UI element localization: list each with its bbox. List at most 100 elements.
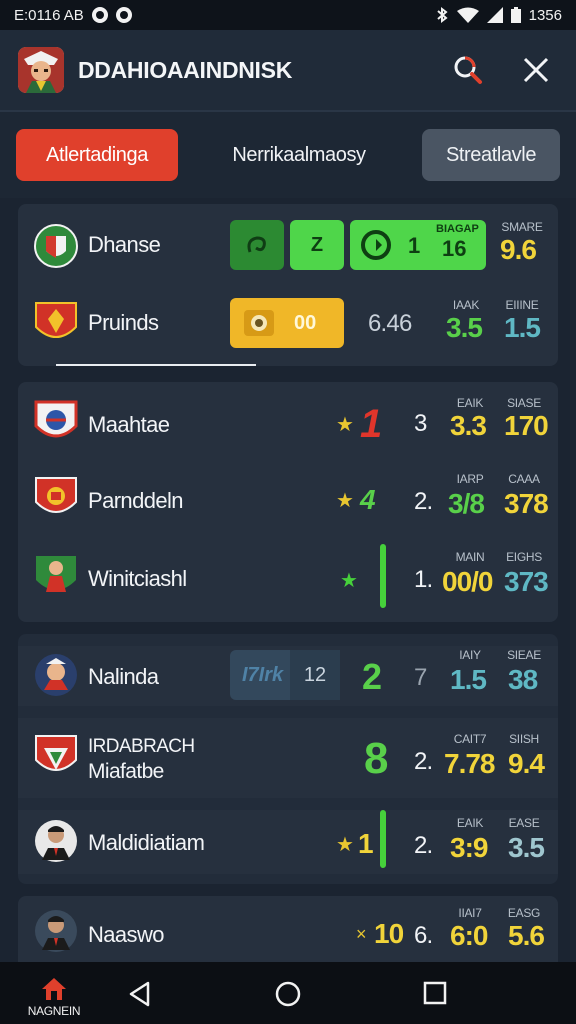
column-label: EIGHS	[506, 550, 542, 564]
team-crest-icon	[36, 556, 76, 592]
ball-icon	[361, 230, 391, 260]
team-name: Dhanse	[88, 232, 161, 257]
status-time: E:0116 AB	[14, 6, 84, 24]
tab-streatlavle[interactable]: Streatlavle	[422, 129, 560, 181]
stat-value: 00	[294, 312, 317, 334]
table-row[interactable]: Maldidiatiam ★ 1 2. EAIK 3:9 EASE 3.5	[18, 810, 558, 874]
table-row[interactable]: IRDABRACH Miafatbe 8 2. CAIT7 7.78 SIISH…	[18, 718, 558, 798]
column-label: EASG	[507, 906, 541, 920]
nav-home-label: NAGNEIN	[27, 1004, 81, 1018]
search-icon	[454, 56, 482, 84]
battery-text: 1356	[528, 6, 562, 24]
team-name-line1: IRDABRACH	[88, 736, 195, 757]
badge-icon	[244, 310, 274, 336]
column-label: IAAK	[452, 298, 480, 312]
close-button[interactable]	[520, 54, 552, 86]
odds-value: 7.78	[444, 748, 495, 779]
table-row[interactable]: Winitciashl ★ 1. MAIN 00/0 EIGHS 373	[18, 544, 558, 610]
team-name: Nalinda	[88, 664, 159, 689]
rank-value: 10	[374, 918, 404, 949]
star-icon: ★	[336, 490, 354, 512]
momentum-bar	[380, 810, 386, 868]
rank-value: 8	[364, 734, 389, 783]
score-number: 1	[408, 233, 421, 258]
circle-home-icon	[275, 981, 301, 1007]
nav-home-system[interactable]	[274, 980, 302, 1008]
nav-back[interactable]	[126, 980, 154, 1008]
column-label: EASE	[508, 816, 540, 830]
rank-value: 2	[362, 656, 382, 697]
match-card-2: Maahtae ★ 1 3 EAIK 3.3 SIASE 170 Parndde…	[18, 382, 558, 622]
table-row-dhanse[interactable]: Dhanse Z 1 BIAGAP 16 SMARE 9.6	[18, 218, 558, 274]
table-row-pruinds[interactable]: Pruinds 00 6.46 IAAK 3.5 EIIINE 1.5	[18, 296, 558, 352]
odds-value: 5.6	[508, 920, 545, 951]
nav-recents[interactable]	[422, 980, 448, 1006]
tab-atlertadinga[interactable]: Atlertadinga	[16, 129, 178, 181]
app-title: DDAHIOAAINDNISK	[78, 56, 293, 83]
swirl-icon	[247, 236, 266, 253]
odds-value: 3.3	[450, 410, 487, 441]
column-label: SMARE	[501, 220, 543, 234]
match-card-4: Naaswo × 10 6. IIAI7 6:0 EASG 5.6	[18, 896, 558, 962]
column-label: CAAA	[508, 472, 540, 486]
odds-value: 3:9	[450, 832, 488, 863]
back-icon	[129, 981, 150, 1007]
stat-pill[interactable]: Z	[290, 220, 344, 270]
odds-value: 378	[504, 488, 549, 519]
app-header: DDAHIOAAINDNISK	[0, 30, 576, 112]
odds-value: 9.4	[508, 748, 545, 779]
star-icon: ★	[336, 414, 354, 436]
home-icon	[42, 978, 66, 1000]
stat-pill[interactable]	[230, 220, 284, 270]
recents-icon	[423, 981, 447, 1005]
team-name: Winitciashl	[88, 566, 187, 591]
column-label: EIIINE	[505, 298, 539, 312]
team-name-line2: Miafatbe	[88, 760, 164, 783]
team-crest-icon	[34, 224, 78, 268]
tab-nerrikaalmaosy[interactable]: Nerrikaalmaosy	[186, 129, 412, 181]
notification-icon	[91, 7, 108, 23]
odds-value: 00/0	[442, 566, 493, 597]
match-number: 7	[414, 664, 427, 691]
odds-value: 6.46	[368, 310, 412, 337]
rank-value: 1	[358, 828, 374, 859]
table-row[interactable]: Maahtae ★ 1 3 EAIK 3.3 SIASE 170	[18, 394, 558, 454]
team-name: Maldidiatiam	[88, 830, 205, 855]
stat-pill[interactable]: 00	[230, 298, 344, 348]
stat-pill[interactable]: I7Irk 12	[230, 650, 340, 700]
star-icon: ×	[356, 924, 367, 944]
bluetooth-icon	[436, 7, 448, 23]
rank-value: 4	[360, 484, 376, 515]
team-name: Maahtae	[88, 412, 170, 437]
rank-value: 1	[360, 402, 382, 446]
team-crest-icon	[35, 302, 77, 338]
odds-value: 170	[504, 410, 549, 441]
nav-home[interactable]: NAGNEIN	[22, 976, 86, 1018]
score-value: 16	[442, 236, 467, 261]
column-label: IARP	[456, 472, 484, 486]
team-crest-icon	[34, 400, 78, 438]
table-row[interactable]: Nalinda I7Irk 12 2 7 IAIY 1.5 SIEAE 38	[18, 646, 558, 706]
column-label: IIAI7	[458, 906, 482, 920]
wifi-icon	[456, 7, 479, 23]
star-icon: ★	[340, 570, 358, 592]
column-label: IAIY	[459, 648, 481, 662]
odds-value: 38	[508, 664, 538, 695]
column-label: SIASE	[507, 396, 541, 410]
odds-value: 6:0	[450, 920, 488, 951]
status-left: E:0116 AB	[14, 7, 132, 24]
momentum-bar	[380, 544, 386, 608]
mascot-icon	[18, 47, 64, 93]
team-name: Parnddeln	[88, 488, 184, 513]
odds-value: 3.5	[508, 832, 545, 863]
table-row[interactable]: Parnddeln ★ 4 2. IARP 3/8 CAAA 378	[18, 470, 558, 530]
score-pill[interactable]: 1 BIAGAP 16	[350, 220, 486, 270]
table-row[interactable]: Naaswo × 10 6. IIAI7 6:0 EASG 5.6	[18, 900, 558, 960]
column-label: MAIN	[455, 550, 485, 564]
odds-value: 373	[504, 566, 549, 597]
app-logo[interactable]	[18, 47, 64, 93]
odds-value: 1.5	[450, 664, 487, 695]
star-icon: ★	[336, 834, 354, 856]
search-button[interactable]	[452, 54, 484, 86]
match-number: 1.	[414, 566, 433, 593]
